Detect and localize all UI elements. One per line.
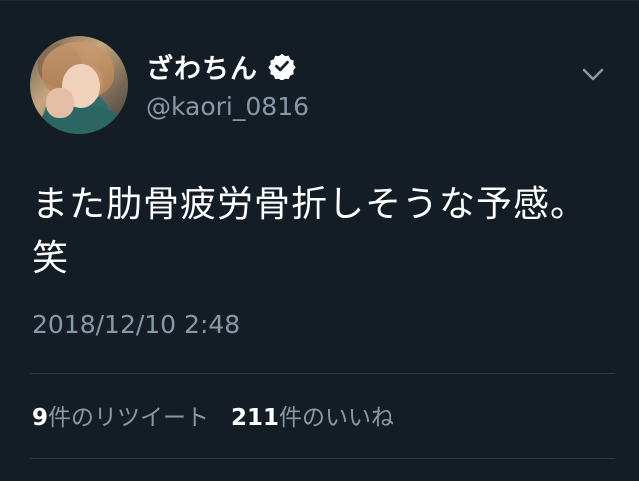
- retweet-count: 9: [32, 405, 49, 431]
- tweet-text: また肋骨疲労骨折しそうな予感。笑: [32, 184, 588, 279]
- divider-bottom: [30, 458, 615, 459]
- tweet-stats: 9件のリツイート 211件のいいね: [32, 398, 394, 432]
- chevron-down-icon[interactable]: [580, 64, 606, 84]
- retweet-label: 件のリツイート: [48, 405, 210, 431]
- verified-badge-icon: [268, 52, 296, 82]
- like-stat[interactable]: 211件のいいね: [231, 398, 394, 432]
- like-label: 件のいいね: [279, 405, 395, 431]
- top-border: [0, 0, 639, 11]
- display-name[interactable]: ざわちん: [146, 47, 258, 86]
- like-count: 211: [231, 405, 280, 431]
- retweet-stat[interactable]: 9件のリツイート: [32, 398, 209, 432]
- avatar[interactable]: [30, 36, 128, 134]
- avatar-hand: [46, 88, 74, 118]
- name-row[interactable]: ざわちん: [146, 47, 296, 86]
- tweet-timestamp[interactable]: 2018/12/10 2:48: [32, 310, 240, 339]
- tweet-header: ざわちん @kaori_0816: [30, 36, 620, 136]
- user-handle[interactable]: @kaori_0816: [146, 92, 309, 121]
- divider-top: [30, 373, 615, 374]
